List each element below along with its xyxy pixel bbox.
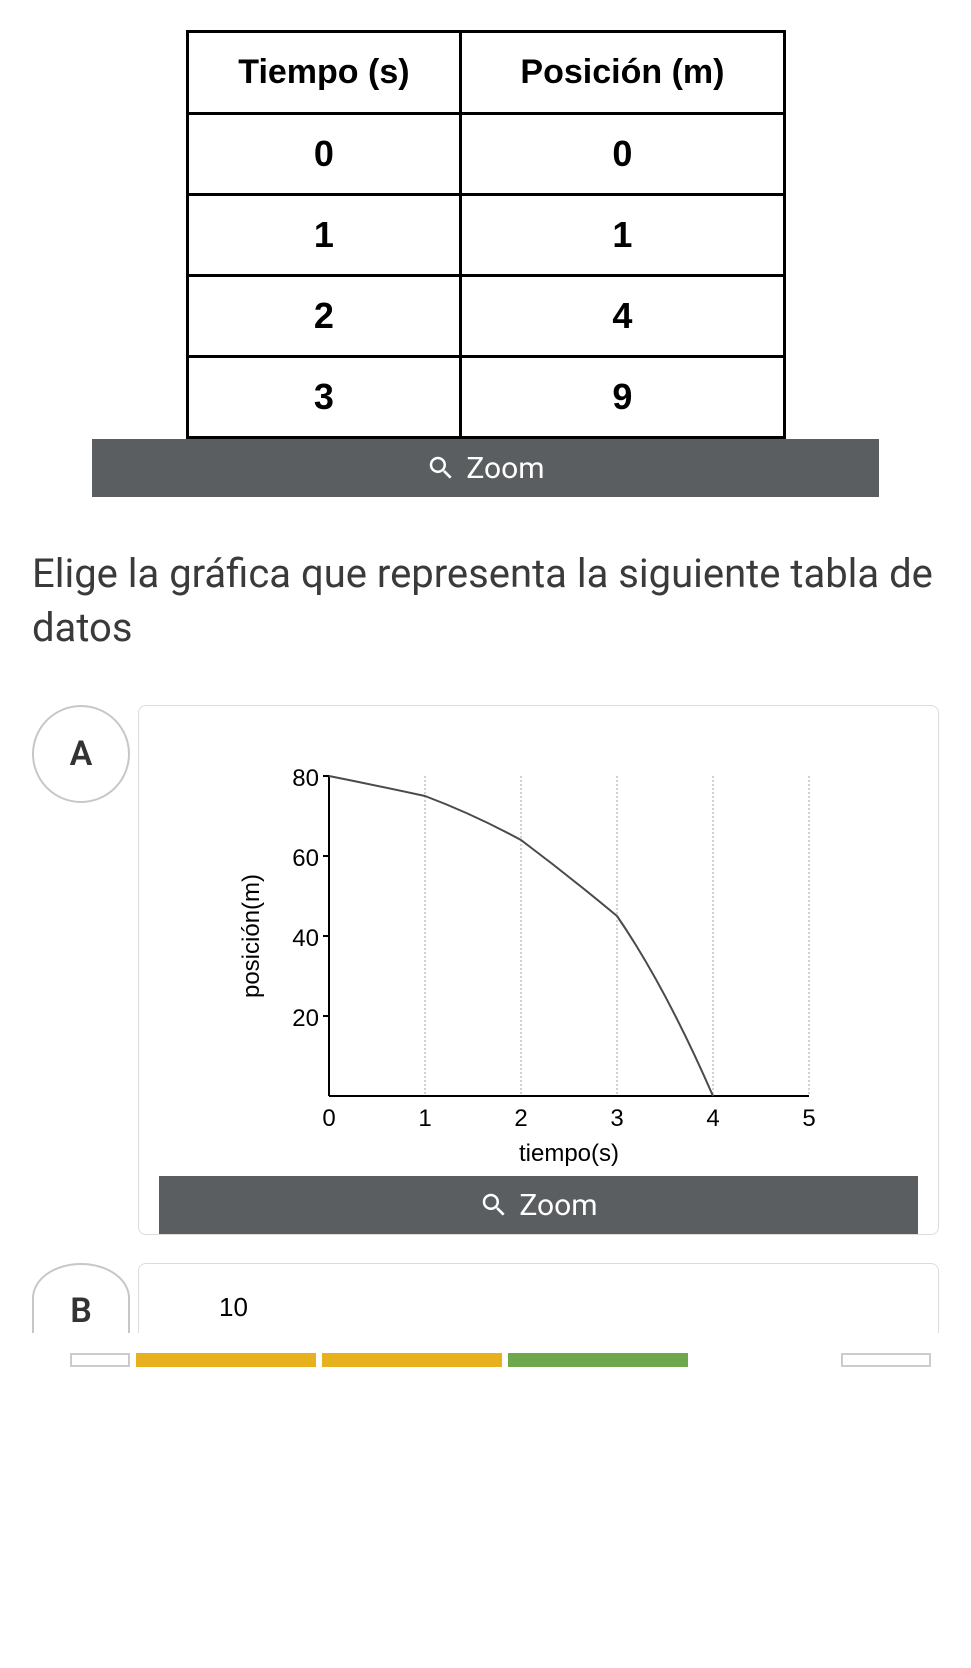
svg-text:3: 3 <box>610 1105 623 1132</box>
zoom-button-table[interactable]: Zoom <box>92 439 879 497</box>
progress-strip <box>70 1353 931 1369</box>
svg-text:80: 80 <box>292 765 319 792</box>
option-a[interactable]: A <box>32 705 939 1235</box>
svg-text:20: 20 <box>292 1005 319 1032</box>
svg-text:1: 1 <box>418 1105 431 1132</box>
svg-text:4: 4 <box>706 1105 719 1132</box>
table-row: 3 9 <box>187 357 784 438</box>
table-row: 1 1 <box>187 195 784 276</box>
option-b[interactable]: B 10 <box>32 1263 939 1333</box>
zoom-label: Zoom <box>466 451 544 486</box>
search-icon <box>426 453 456 483</box>
zoom-button-chart-a[interactable]: Zoom <box>159 1176 918 1234</box>
option-badge-b[interactable]: B <box>32 1263 130 1333</box>
svg-text:2: 2 <box>514 1105 527 1132</box>
data-table: Tiempo (s) Posición (m) 0 0 1 1 2 4 3 9 <box>186 30 786 439</box>
svg-text:0: 0 <box>322 1105 335 1132</box>
chart-b-partial: 10 <box>139 1264 938 1323</box>
question-text: Elige la gráfica que representa la sigui… <box>32 547 939 655</box>
table-row: 2 4 <box>187 276 784 357</box>
chart-a: 80 60 40 20 0 1 2 3 4 5 tiempo(s) posici… <box>139 706 938 1176</box>
svg-text:tiempo(s): tiempo(s) <box>518 1140 618 1167</box>
zoom-label: Zoom <box>519 1188 597 1223</box>
svg-text:40: 40 <box>292 925 319 952</box>
table-header-tiempo: Tiempo (s) <box>187 32 461 114</box>
svg-text:60: 60 <box>292 845 319 872</box>
table-header-posicion: Posición (m) <box>461 32 784 114</box>
search-icon <box>479 1190 509 1220</box>
option-card-b: 10 <box>138 1263 939 1333</box>
svg-text:5: 5 <box>802 1105 815 1132</box>
table-row: 0 0 <box>187 114 784 195</box>
data-table-image: Tiempo (s) Posición (m) 0 0 1 1 2 4 3 9 <box>92 30 879 439</box>
option-card-a: 80 60 40 20 0 1 2 3 4 5 tiempo(s) posici… <box>138 705 939 1235</box>
option-badge-a[interactable]: A <box>32 705 130 803</box>
svg-text:posición(m): posición(m) <box>238 874 265 998</box>
